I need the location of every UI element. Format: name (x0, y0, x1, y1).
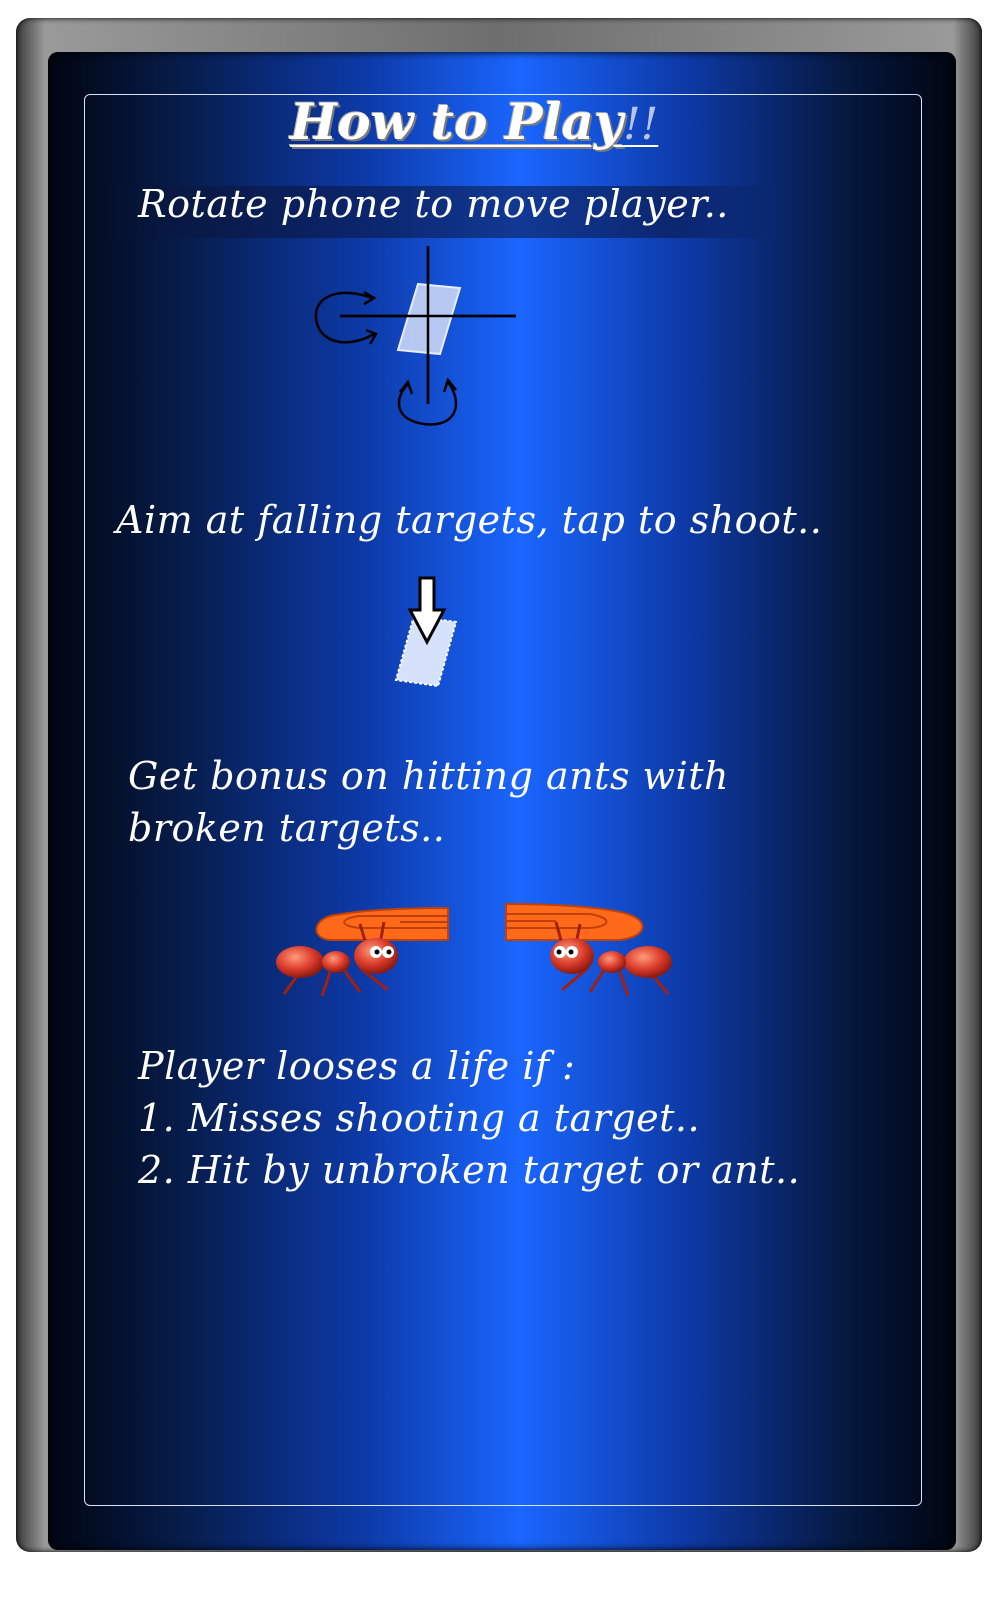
lives-rule-1: 1. Misses shooting a target.. (138, 1096, 701, 1140)
instruction-bonus-line1: Get bonus on hitting ants with (128, 754, 729, 798)
instruction-bonus: Get bonus on hitting ants with broken ta… (128, 750, 729, 854)
title-text: How to Play (290, 92, 623, 151)
page-title: How to Play!! (290, 92, 658, 151)
title-exclamation: !! (622, 99, 659, 150)
instruction-rotate: Rotate phone to move player.. (138, 182, 729, 226)
lives-rule-2: 2. Hit by unbroken target or ant.. (138, 1148, 801, 1192)
instruction-bonus-line2: broken targets.. (128, 806, 446, 850)
instruction-lives: Player looses a life if : 1. Misses shoo… (138, 1040, 800, 1196)
lives-heading: Player looses a life if : (138, 1044, 576, 1088)
instruction-aim: Aim at falling targets, tap to shoot.. (116, 498, 823, 542)
